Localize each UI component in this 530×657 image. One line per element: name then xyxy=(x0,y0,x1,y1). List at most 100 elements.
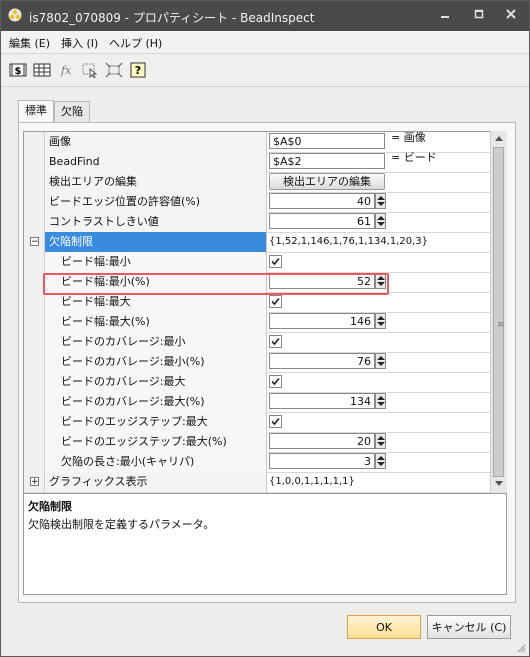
property-name: ビード幅:最小 xyxy=(61,255,131,268)
property-name-cell[interactable]: ビードのカバレージ:最大(%) xyxy=(45,392,267,412)
menu-help[interactable]: ヘルプ (H) xyxy=(109,35,162,51)
menu-insert[interactable]: 挿入 (I) xyxy=(61,35,98,51)
property-name: ビードのカバレージ:最大(%) xyxy=(61,395,205,408)
spinner-icon[interactable] xyxy=(375,393,386,409)
checkbox[interactable] xyxy=(269,295,282,308)
property-row[interactable]: ビードのカバレージ:最小(%) 76 xyxy=(24,352,490,373)
close-button[interactable] xyxy=(499,6,523,26)
property-value-cell: {1,52,1,146,1,76,1,134,1,20,3} xyxy=(267,232,490,252)
scroll-thumb[interactable]: ≡ xyxy=(493,147,505,477)
checkbox[interactable] xyxy=(269,415,282,428)
grid-icon[interactable] xyxy=(33,62,51,78)
property-name-cell[interactable]: ビードエッジ位置の許容値(%) xyxy=(45,192,267,212)
property-name-cell[interactable]: BeadFind xyxy=(45,152,267,172)
property-value-cell xyxy=(267,252,490,272)
reference-label: = 画像 xyxy=(391,131,426,144)
row-gutter xyxy=(24,192,45,212)
row-gutter xyxy=(24,432,45,452)
row-gutter xyxy=(24,312,45,332)
svg-text:fx: fx xyxy=(60,64,72,77)
row-gutter xyxy=(24,352,45,372)
property-name-cell[interactable]: 検出エリアの編集 xyxy=(45,172,267,192)
spinner-icon[interactable] xyxy=(375,193,386,209)
property-name-cell[interactable]: 欠陥制限 xyxy=(45,232,267,252)
resize-grip-icon[interactable] xyxy=(516,643,526,653)
property-row[interactable]: ビードのカバレージ:最大 xyxy=(24,372,490,393)
property-row[interactable]: − 欠陥制限 {1,52,1,146,1,76,1,134,1,20,3} xyxy=(24,232,490,253)
fit-icon[interactable] xyxy=(105,62,123,78)
property-name-cell[interactable]: 欠陥の長さ:最小(キャリパ) xyxy=(45,452,267,472)
property-row[interactable]: ビード幅:最大(%) 146 xyxy=(24,312,490,333)
spinner-icon[interactable] xyxy=(375,353,386,369)
minimize-button[interactable] xyxy=(433,6,457,26)
reference-input[interactable]: $A$2 xyxy=(269,153,385,169)
property-name-cell[interactable]: ビード幅:最大(%) xyxy=(45,312,267,332)
tab-defects[interactable]: 欠陥 xyxy=(54,101,90,123)
property-name-cell[interactable]: ビード幅:最小 xyxy=(45,252,267,272)
property-row[interactable]: ビードのエッジステップ:最大 xyxy=(24,412,490,433)
number-input[interactable]: 3 xyxy=(269,453,375,469)
property-row[interactable]: ビードのエッジステップ:最大(%) 20 xyxy=(24,432,490,453)
property-name-cell[interactable]: 画像 xyxy=(45,132,267,152)
property-row[interactable]: + グラフィックス表示 {1,0,0,1,1,1,1,1} xyxy=(24,472,490,493)
number-input[interactable]: 76 xyxy=(269,353,375,369)
scroll-down-arrow-icon[interactable] xyxy=(495,481,503,486)
checkbox[interactable] xyxy=(269,335,282,348)
property-value-cell xyxy=(267,372,490,392)
property-name-cell[interactable]: ビードのエッジステップ:最大(%) xyxy=(45,432,267,452)
minimize-icon xyxy=(441,16,449,18)
checkmark-icon xyxy=(271,417,280,426)
edit-area-button[interactable]: 検出エリアの編集 xyxy=(269,173,385,190)
checkbox[interactable] xyxy=(269,375,282,388)
function-icon[interactable]: fx xyxy=(59,62,77,78)
property-name-cell[interactable]: ビード幅:最大 xyxy=(45,292,267,312)
maximize-button[interactable] xyxy=(467,6,491,26)
property-row[interactable]: ビード幅:最小 xyxy=(24,252,490,273)
title-bar[interactable]: is7802_070809 - プロパティシート - BeadInspect xyxy=(1,1,529,31)
checkmark-icon xyxy=(271,337,280,346)
scroll-up-arrow-icon[interactable] xyxy=(495,136,503,141)
row-gutter xyxy=(24,412,45,432)
help-icon[interactable]: ? xyxy=(129,62,147,78)
property-name-cell[interactable]: ビードのカバレージ:最小 xyxy=(45,332,267,352)
property-row[interactable]: BeadFind $A$2 = ビード xyxy=(24,151,490,173)
collapse-icon[interactable]: − xyxy=(30,237,39,247)
toolbar: $ fx ? xyxy=(1,54,529,87)
property-name-cell[interactable]: グラフィックス表示 xyxy=(45,472,267,492)
property-row[interactable]: コントラストしきい値 61 xyxy=(24,212,490,233)
property-row[interactable]: ビードエッジ位置の許容値(%) 40 xyxy=(24,192,490,213)
spinner-icon[interactable] xyxy=(375,313,386,329)
expand-icon[interactable]: + xyxy=(30,477,39,487)
row-gutter xyxy=(24,172,45,192)
property-row[interactable]: 欠陥の長さ:最小(キャリパ) 3 xyxy=(24,452,490,473)
sheet-dollar-icon[interactable]: $ xyxy=(9,62,27,78)
spinner-icon[interactable] xyxy=(375,453,386,469)
property-name-cell[interactable]: ビードのカバレージ:最大 xyxy=(45,372,267,392)
spinner-icon[interactable] xyxy=(375,213,386,229)
row-gutter xyxy=(24,272,45,292)
spinner-icon[interactable] xyxy=(375,433,386,449)
number-input[interactable]: 40 xyxy=(269,193,375,209)
property-row[interactable]: ビードのカバレージ:最小 xyxy=(24,332,490,353)
property-name-cell[interactable]: コントラストしきい値 xyxy=(45,212,267,232)
menu-edit[interactable]: 編集 (E) xyxy=(9,35,50,51)
reference-input[interactable]: $A$0 xyxy=(269,133,385,149)
vertical-scrollbar[interactable]: ≡ xyxy=(490,131,507,493)
property-value-cell: 61 xyxy=(267,212,490,232)
ok-button[interactable]: OK xyxy=(347,615,421,639)
property-row[interactable]: 検出エリアの編集 検出エリアの編集 xyxy=(24,172,490,193)
tab-standard[interactable]: 標準 xyxy=(18,100,54,123)
number-input[interactable]: 20 xyxy=(269,433,375,449)
property-row[interactable]: ビードのカバレージ:最大(%) 134 xyxy=(24,392,490,413)
row-gutter: + xyxy=(24,472,45,492)
number-input[interactable]: 134 xyxy=(269,393,375,409)
property-name-cell[interactable]: ビードのカバレージ:最小(%) xyxy=(45,352,267,372)
property-row[interactable]: ビード幅:最大 xyxy=(24,292,490,313)
cancel-button[interactable]: キャンセル (C) xyxy=(427,615,511,639)
property-name-cell[interactable]: ビードのエッジステップ:最大 xyxy=(45,412,267,432)
number-input[interactable]: 146 xyxy=(269,313,375,329)
select-cursor-icon[interactable] xyxy=(81,62,99,78)
checkbox[interactable] xyxy=(269,255,282,268)
checkmark-icon xyxy=(271,257,280,266)
number-input[interactable]: 61 xyxy=(269,213,375,229)
